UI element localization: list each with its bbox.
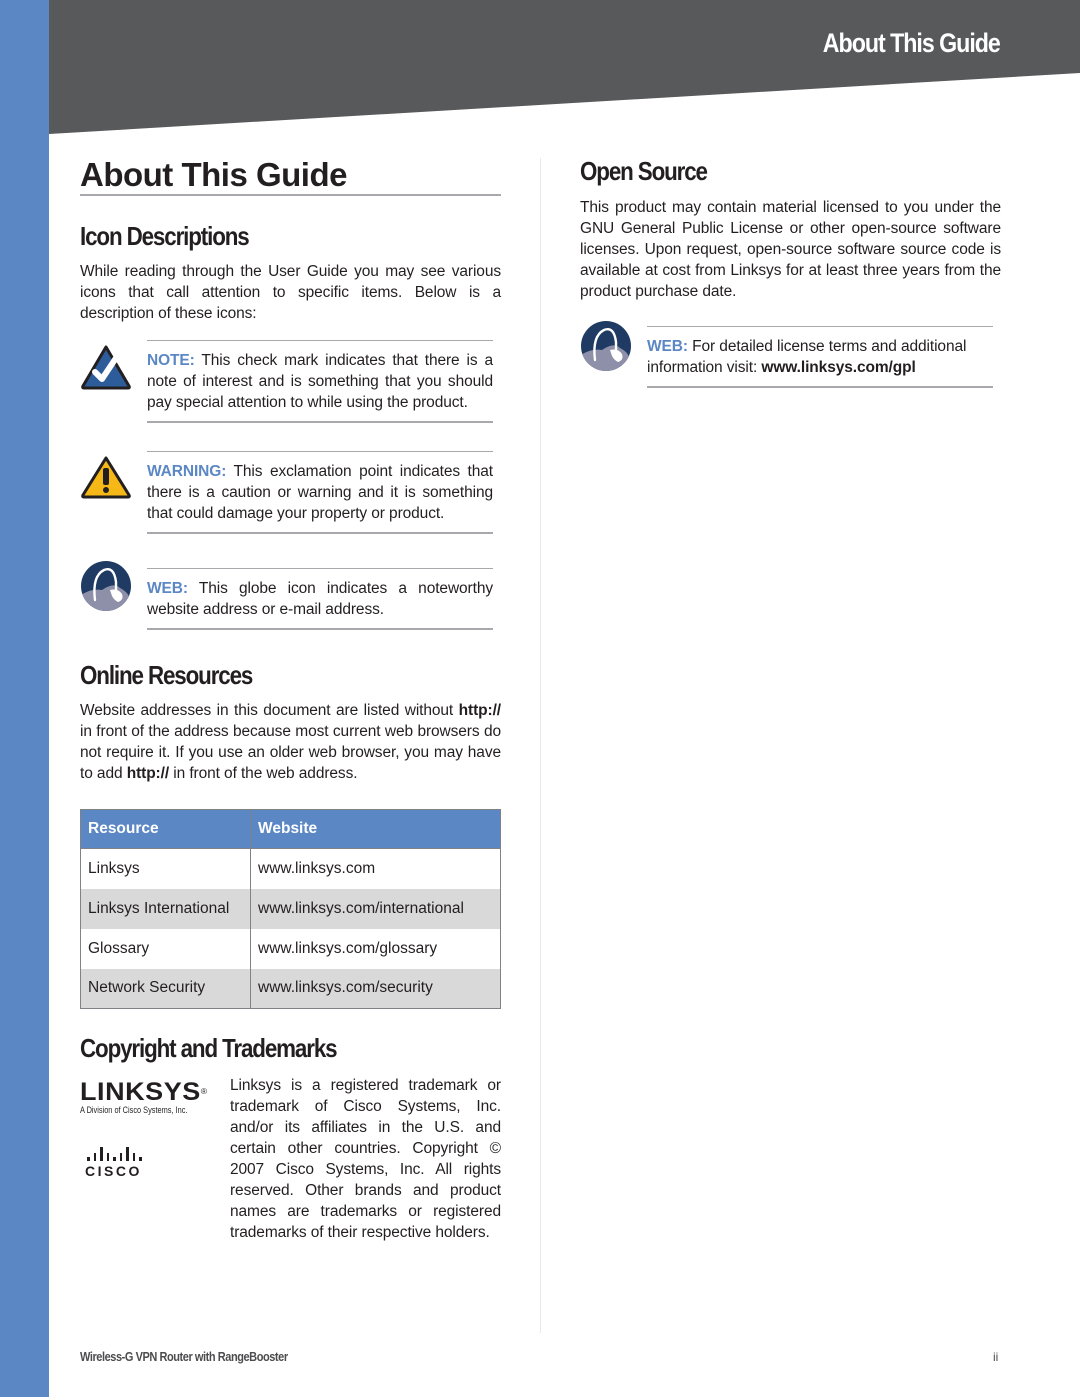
website-cell[interactable]: www.linksys.com/international: [250, 888, 501, 929]
page-title: About This Guide: [80, 150, 501, 196]
running-header-title: About This Guide: [823, 28, 1001, 58]
gpl-link[interactable]: www.linksys.com/gpl: [761, 359, 915, 376]
registered-mark: ®: [200, 1087, 208, 1096]
section-heading-open-source: Open Source: [580, 156, 708, 186]
online-resources-table: Resource Website Linksys www.linksys.com…: [80, 809, 501, 1009]
left-column: About This Guide Icon Descriptions While…: [80, 150, 501, 1250]
online-resources-paragraph: Website addresses in this document are l…: [80, 700, 501, 784]
table-header-row: Resource Website: [80, 809, 501, 849]
globe-web-icon: [80, 560, 132, 612]
table-row: Network Security www.linksys.com/securit…: [80, 968, 501, 1009]
footer-product-name: Wireless-G VPN Router with RangeBooster: [80, 1350, 288, 1364]
cisco-bars-icon: [85, 1147, 165, 1161]
linksys-logo: LINKSYS® A Division of Cisco Systems, In…: [80, 1079, 220, 1115]
web-text: This globe icon indicates a noteworthy w…: [147, 580, 493, 618]
web-callout: WEB: This globe icon indicates a notewor…: [80, 561, 501, 630]
warning-callout-box: WARNING: This exclamation point indicate…: [147, 451, 493, 534]
checkmark-note-icon: [80, 344, 132, 396]
para-text: in front of the web address.: [169, 765, 358, 782]
right-column: Open Source This product may contain mat…: [580, 150, 1001, 388]
note-label: NOTE:: [147, 352, 195, 369]
resource-cell: Linksys International: [80, 888, 251, 929]
resource-cell: Linksys: [80, 848, 251, 889]
website-cell[interactable]: www.linksys.com/glossary: [250, 928, 501, 969]
section-heading-copyright: Copyright and Trademarks: [80, 1033, 338, 1063]
table-row: Linksys www.linksys.com: [80, 848, 501, 889]
web-label: WEB:: [147, 580, 188, 597]
website-cell[interactable]: www.linksys.com: [250, 848, 501, 889]
column-header-website: Website: [250, 809, 501, 849]
http-prefix-bold: http://: [458, 702, 501, 719]
website-cell[interactable]: www.linksys.com/security: [250, 968, 501, 1009]
column-header-resource: Resource: [80, 809, 251, 849]
footer-page-number: ii: [993, 1350, 999, 1364]
warning-callout: WARNING: This exclamation point indicate…: [80, 451, 501, 534]
icon-descriptions-intro: While reading through the User Guide you…: [80, 263, 501, 322]
section-heading-icon-descriptions: Icon Descriptions: [80, 221, 250, 251]
table-row: Glossary www.linksys.com/glossary: [80, 928, 501, 969]
gpl-web-callout-box: WEB: For detailed license terms and addi…: [647, 326, 993, 388]
open-source-paragraph: This product may contain material licens…: [580, 199, 1001, 300]
gpl-web-callout: WEB: For detailed license terms and addi…: [580, 321, 1001, 388]
resource-cell: Glossary: [80, 928, 251, 969]
note-callout: NOTE: This check mark indicates that the…: [80, 340, 501, 423]
table-row: Linksys International www.linksys.com/in…: [80, 888, 501, 929]
linksys-tagline: A Division of Cisco Systems, Inc.: [80, 1105, 188, 1115]
http-prefix-bold: http://: [126, 765, 170, 782]
note-callout-box: NOTE: This check mark indicates that the…: [147, 340, 493, 423]
copyright-text: Linksys is a registered trademark or tra…: [230, 1077, 501, 1241]
section-heading-online-resources: Online Resources: [80, 660, 253, 690]
linksys-wordmark-text: LINKSYS: [80, 1078, 201, 1106]
web-callout-box: WEB: This globe icon indicates a notewor…: [147, 568, 493, 630]
resource-cell: Network Security: [80, 968, 251, 1009]
column-divider: [540, 158, 541, 1333]
note-text: This check mark indicates that there is …: [147, 352, 493, 411]
cisco-logo: CISCO: [85, 1147, 165, 1179]
page-header-band: [49, 0, 1080, 140]
warning-label: WARNING:: [147, 463, 227, 480]
globe-web-icon: [580, 320, 632, 372]
linksys-wordmark: LINKSYS®: [80, 1079, 231, 1105]
cisco-wordmark: CISCO: [85, 1163, 142, 1179]
exclamation-warning-icon: [80, 455, 132, 507]
para-text: Website addresses in this document are l…: [80, 702, 459, 719]
side-color-bar: [0, 0, 49, 1397]
web-label: WEB:: [647, 338, 688, 355]
copyright-block: LINKSYS® A Division of Cisco Systems, In…: [80, 1075, 501, 1250]
